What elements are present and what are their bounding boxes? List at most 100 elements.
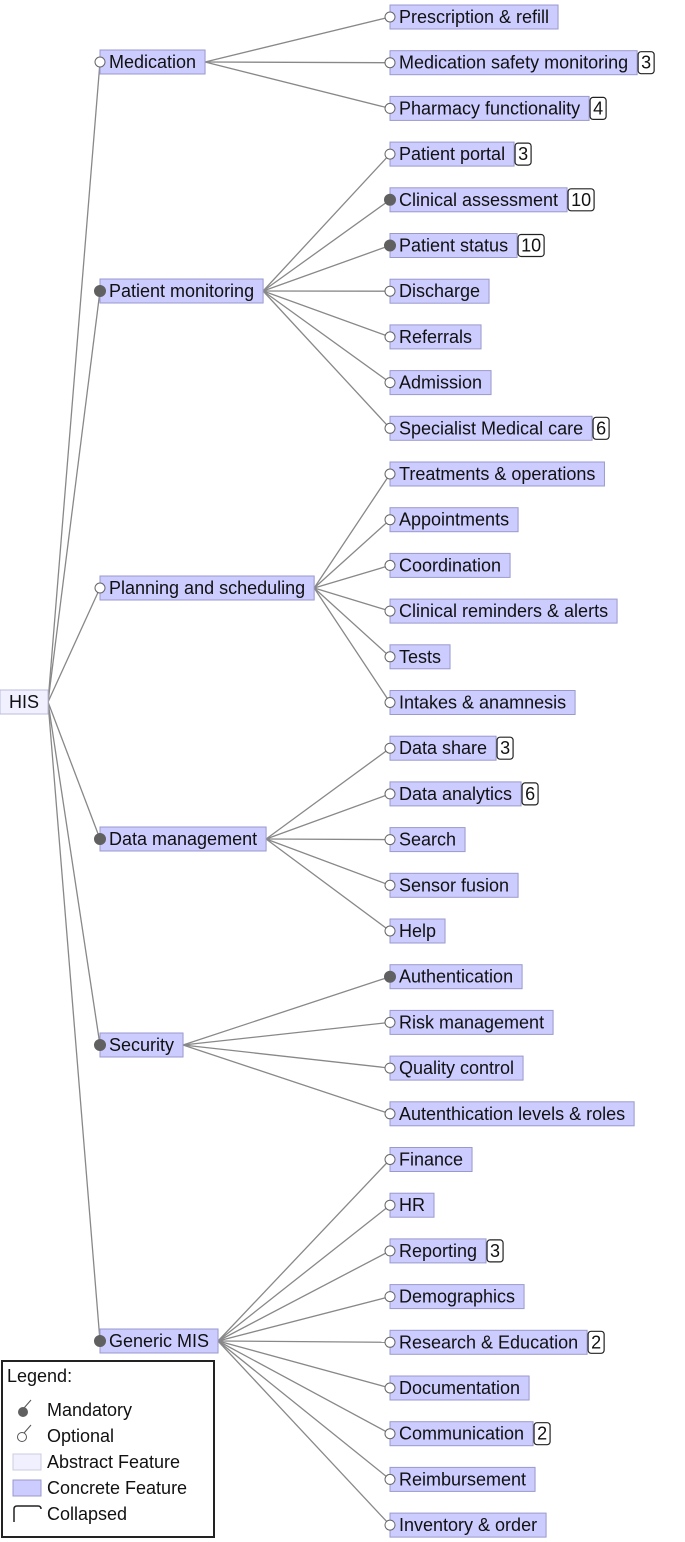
feature-risk-management[interactable]: Risk management [389,1009,554,1035]
collapsed-count-badge[interactable]: 10 [517,233,545,258]
feature-data-analytics[interactable]: Data analytics 6 [389,781,539,807]
feature-treatments-and-operations[interactable]: Treatments & operations [389,461,605,487]
optional-icon [384,1336,396,1348]
feature-admission[interactable]: Admission [389,370,492,396]
feature-label: Authentication [399,967,513,987]
nodes: HIS Medication Prescription & refill Medica… [0,4,655,1538]
collapsed-count-badge[interactable]: 10 [567,188,595,212]
mandatory-icon [384,970,396,983]
feature-finance[interactable]: Finance [389,1147,473,1172]
feature-help[interactable]: Help [389,918,446,944]
edge [262,244,391,292]
edge [182,976,391,1046]
feature-clinical-assessment[interactable]: Clinical assessment 10 [389,187,595,213]
feature-clinical-reminders-and-alerts[interactable]: Clinical reminders & alerts [389,598,618,624]
feature-generic-mis[interactable]: Generic MIS [99,1328,219,1354]
legend-concrete: Concrete Feature [47,1478,188,1498]
feature-referrals[interactable]: Referrals [389,324,482,350]
feature-data-management[interactable]: Data management [99,826,267,852]
feature-label: Help [399,921,436,941]
feature-label: Research & Education [399,1332,578,1352]
optional-icon [17,1424,32,1442]
edge [205,61,391,64]
edge [217,1340,391,1480]
optional-icon [384,468,396,480]
edge [182,1044,391,1115]
feature-inventory-and-order[interactable]: Inventory & order [389,1512,547,1538]
feature-label: Quality control [399,1058,514,1078]
abstract-feature-swatch [12,1453,42,1471]
feature-discharge[interactable]: Discharge [389,278,490,304]
collapsed-count: 10 [521,236,541,256]
edge [204,61,391,110]
feature-label: Data management [109,829,257,849]
feature-patient-monitoring[interactable]: Patient monitoring [99,278,264,304]
feature-tests[interactable]: Tests [389,644,451,670]
feature-coordination[interactable]: Coordination [389,552,511,578]
optional-icon [384,742,396,754]
feature-authentication[interactable]: Authentication [389,964,523,990]
collapsed-count: 4 [593,98,603,118]
feature-label: Patient monitoring [109,281,254,301]
feature-hr[interactable]: HR [389,1192,435,1218]
edge [313,473,391,589]
feature-security[interactable]: Security [99,1032,184,1058]
feature-label: Tests [399,647,441,667]
feature-label: Intakes & anamnesis [399,693,566,713]
feature-appointments[interactable]: Appointments [389,507,519,533]
feature-quality-control[interactable]: Quality control [389,1055,524,1081]
feature-patient-status[interactable]: Patient status 10 [389,233,545,258]
edge [262,199,391,292]
optional-icon [384,879,396,891]
optional-icon [384,1154,396,1165]
feature-sensor-fusion[interactable]: Sensor fusion [389,872,519,898]
feature-medication-safety-monitoring[interactable]: Medication safety monitoring 3 [389,50,655,76]
collapsed-count-badge[interactable]: 3 [486,1239,504,1263]
feature-label: Medication safety monitoring [399,53,628,73]
collapsed-count: 2 [537,1424,547,1444]
optional-icon [384,11,396,23]
feature-label: Finance [399,1150,463,1170]
feature-label: HR [399,1195,425,1215]
collapsed-count-badge[interactable]: 3 [496,736,514,760]
collapsed-count-badge[interactable]: 4 [589,96,607,121]
feature-documentation[interactable]: Documentation [389,1375,530,1401]
feature-search[interactable]: Search [389,827,466,853]
optional-icon [384,377,396,389]
edge [217,1250,391,1342]
feature-research-and-education[interactable]: Research & Education 2 [389,1329,605,1355]
feature-communication[interactable]: Communication 2 [389,1421,551,1447]
feature-specialist-medical-care[interactable]: Specialist Medical care 6 [389,415,610,441]
feature-autenthication-levels-and-roles[interactable]: Autenthication levels & roles [389,1101,635,1127]
feature-reporting[interactable]: Reporting 3 [389,1238,504,1264]
feature-his[interactable]: HIS [0,689,49,715]
optional-icon [384,605,396,617]
optional-icon [384,57,396,69]
feature-medication[interactable]: Medication [99,49,206,75]
feature-label: Autenthication levels & roles [399,1104,625,1124]
feature-label: Patient portal [399,144,505,164]
collapsed-count-badge[interactable]: 3 [514,142,532,166]
collapsed-count-badge[interactable]: 6 [521,782,539,806]
feature-prescription-and-refill[interactable]: Prescription & refill [389,4,559,30]
feature-data-share[interactable]: Data share 3 [389,735,514,761]
collapsed-count-badge[interactable]: 2 [587,1330,605,1354]
feature-label: Sensor fusion [399,875,509,895]
feature-label: Data share [399,738,487,758]
edge [182,1021,391,1046]
mandatory-icon [94,1335,106,1347]
edges [47,16,391,1526]
feature-reimbursement[interactable]: Reimbursement [389,1466,536,1492]
feature-label: Generic MIS [109,1331,209,1351]
feature-intakes-and-anamnesis[interactable]: Intakes & anamnesis [389,690,576,715]
feature-patient-portal[interactable]: Patient portal 3 [389,141,532,167]
collapsed-count-badge[interactable]: 3 [637,51,655,75]
optional-icon [94,56,106,68]
feature-planning-and-scheduling[interactable]: Planning and scheduling [99,575,315,601]
feature-pharmacy-functionality[interactable]: Pharmacy functionality 4 [389,95,607,121]
collapsed-count: 3 [641,53,651,73]
collapsed-count-badge[interactable]: 6 [592,416,610,440]
feature-demographics[interactable]: Demographics [389,1284,525,1310]
collapsed-count-badge[interactable]: 2 [533,1422,551,1446]
edge [262,290,391,429]
